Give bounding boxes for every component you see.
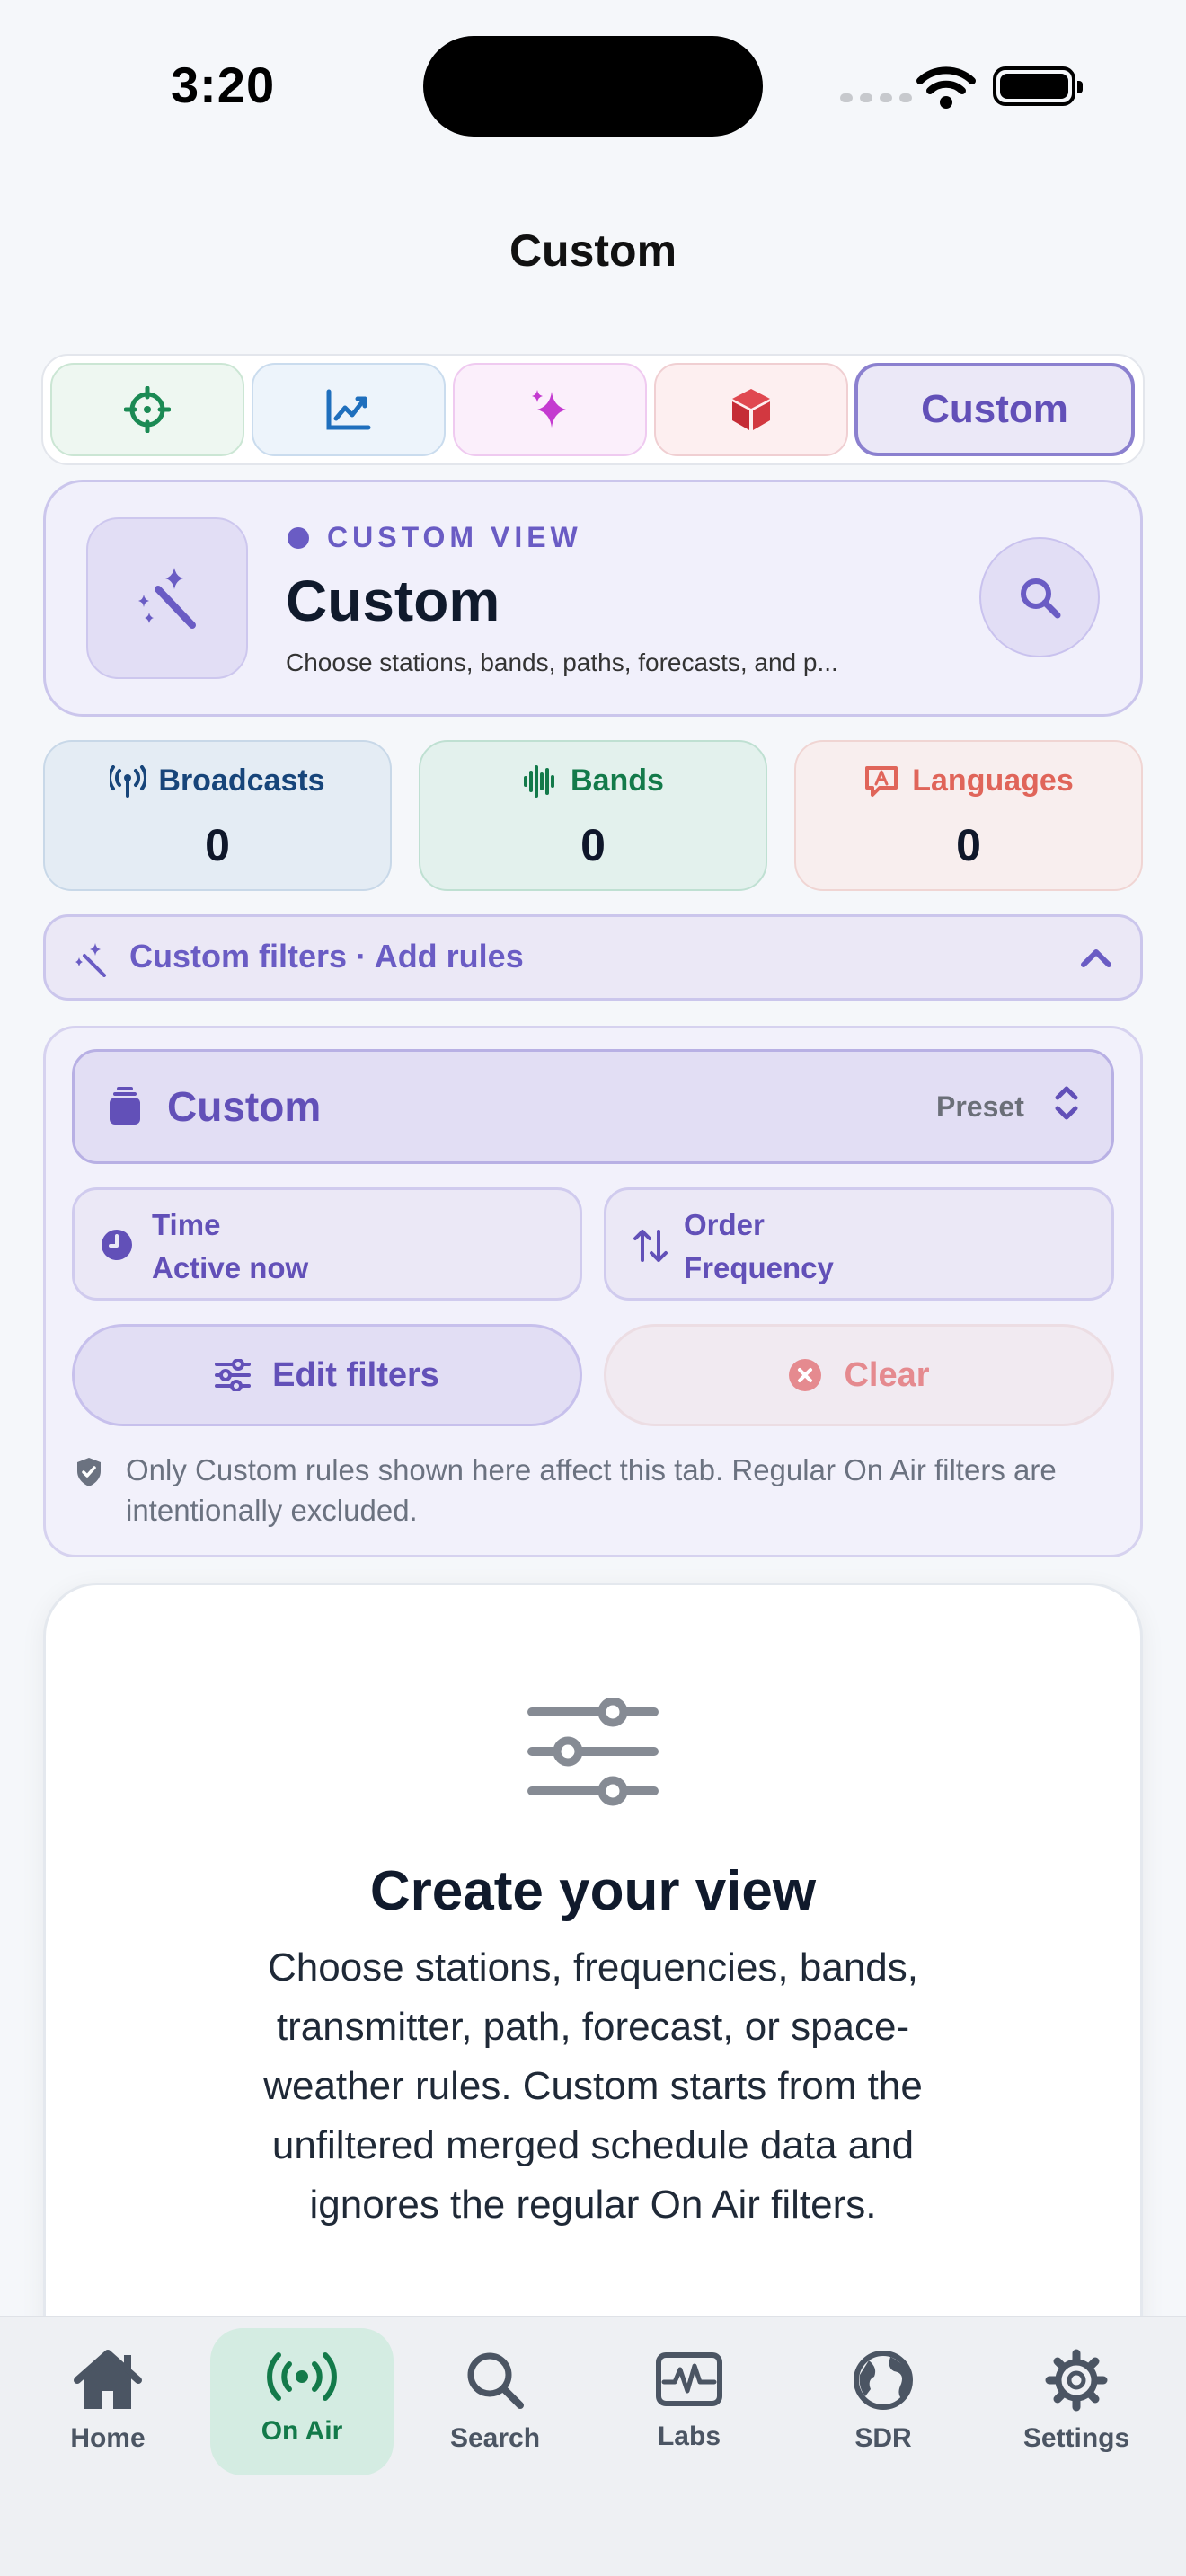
waveform-icon (524, 764, 555, 798)
segment-tab-custom[interactable]: Custom (854, 363, 1135, 456)
edit-filters-button[interactable]: Edit filters (72, 1324, 582, 1426)
bands-count: 0 (580, 820, 606, 870)
tab-sdr-label: SDR (854, 2423, 912, 2453)
tab-home-label: Home (70, 2423, 146, 2453)
sliders-icon (215, 1359, 252, 1391)
segment-tab-sparkles[interactable] (453, 363, 647, 456)
tab-labs[interactable]: Labs (599, 2328, 779, 2472)
search-icon (1021, 578, 1061, 619)
globe-icon (854, 2351, 913, 2410)
order-option[interactable]: Order Frequency (604, 1187, 1114, 1301)
time-option-value: Active now (152, 1251, 309, 1284)
clear-button[interactable]: Clear (604, 1324, 1114, 1426)
filter-note: Only Custom rules shown here affect this… (126, 1453, 1057, 1527)
magic-wand-icon (138, 568, 196, 629)
stack-icon (110, 1087, 140, 1125)
tab-sdr[interactable]: SDR (793, 2328, 973, 2472)
hero-search-button[interactable] (979, 537, 1100, 657)
status-time: 3:20 (171, 57, 276, 113)
tab-home[interactable]: Home (18, 2328, 198, 2472)
preset-label: Custom (167, 1083, 322, 1130)
chevron-up-icon (1081, 949, 1111, 967)
order-option-value: Frequency (684, 1251, 834, 1284)
wifi-icon (916, 66, 976, 109)
language-bubble-icon (865, 765, 898, 797)
sparkles-icon (532, 390, 566, 428)
bands-stat-card[interactable]: Bands 0 (419, 740, 767, 891)
cellular-signal-icon (840, 93, 912, 102)
gear-icon (1045, 2349, 1108, 2412)
segment-tab-target[interactable] (50, 363, 244, 456)
waveform-monitor-icon (656, 2352, 722, 2406)
preset-caption: Preset (936, 1090, 1024, 1123)
empty-state-description: Choose stations, frequencies, bands, tra… (263, 1945, 923, 2227)
tab-labs-label: Labs (657, 2422, 721, 2451)
page-title: Custom (509, 225, 677, 276)
broadcasts-label: Broadcasts (158, 763, 325, 798)
hero-eyebrow-text: CUSTOM VIEW (327, 521, 582, 553)
bands-label: Bands (571, 763, 664, 798)
house-icon (74, 2350, 142, 2409)
crosshair-icon (124, 386, 171, 433)
segment-tab-trend[interactable] (252, 363, 446, 456)
tab-settings[interactable]: Settings (987, 2328, 1166, 2472)
wand-sparkles-icon (75, 943, 106, 977)
tab-search[interactable]: Search (405, 2328, 585, 2472)
hero-description: Choose stations, bands, paths, forecasts… (286, 648, 838, 676)
hero-icon-tile (86, 517, 248, 679)
order-option-title: Order (684, 1208, 765, 1241)
edit-filters-label: Edit filters (272, 1355, 439, 1394)
antenna-icon (110, 764, 146, 798)
custom-filters-label: Custom filters · Add rules (129, 938, 524, 975)
cube-icon (732, 389, 770, 430)
broadcasts-count: 0 (205, 820, 230, 870)
broadcast-icon (267, 2352, 337, 2401)
empty-state-title: Create your view (369, 1860, 817, 1922)
sliders-icon (527, 1698, 659, 1806)
clear-label: Clear (844, 1355, 930, 1394)
tab-on-air-label: On Air (261, 2416, 343, 2446)
search-icon (467, 2352, 524, 2409)
broadcasts-stat-card[interactable]: Broadcasts 0 (43, 740, 392, 891)
time-option[interactable]: Time Active now (72, 1187, 582, 1301)
segment-tab-package[interactable] (654, 363, 848, 456)
hero-eyebrow: CUSTOM VIEW (288, 521, 582, 554)
dynamic-island (423, 36, 763, 137)
chevron-up-down-icon (1055, 1086, 1078, 1120)
sort-arrows-icon (633, 1230, 668, 1262)
time-option-title: Time (152, 1208, 221, 1241)
languages-count: 0 (956, 820, 981, 870)
shield-check-icon (77, 1458, 101, 1486)
hero-title: Custom (286, 569, 500, 633)
status-dot (288, 526, 309, 549)
clock-icon (102, 1230, 132, 1260)
clear-x-icon (789, 1359, 822, 1391)
languages-label: Languages (912, 763, 1074, 798)
tab-search-label: Search (449, 2423, 541, 2453)
battery-icon (993, 66, 1083, 106)
languages-stat-card[interactable]: Languages 0 (794, 740, 1143, 891)
tab-on-air[interactable]: On Air (210, 2328, 394, 2475)
tab-settings-label: Settings (1022, 2423, 1130, 2453)
trend-chart-icon (326, 389, 371, 430)
